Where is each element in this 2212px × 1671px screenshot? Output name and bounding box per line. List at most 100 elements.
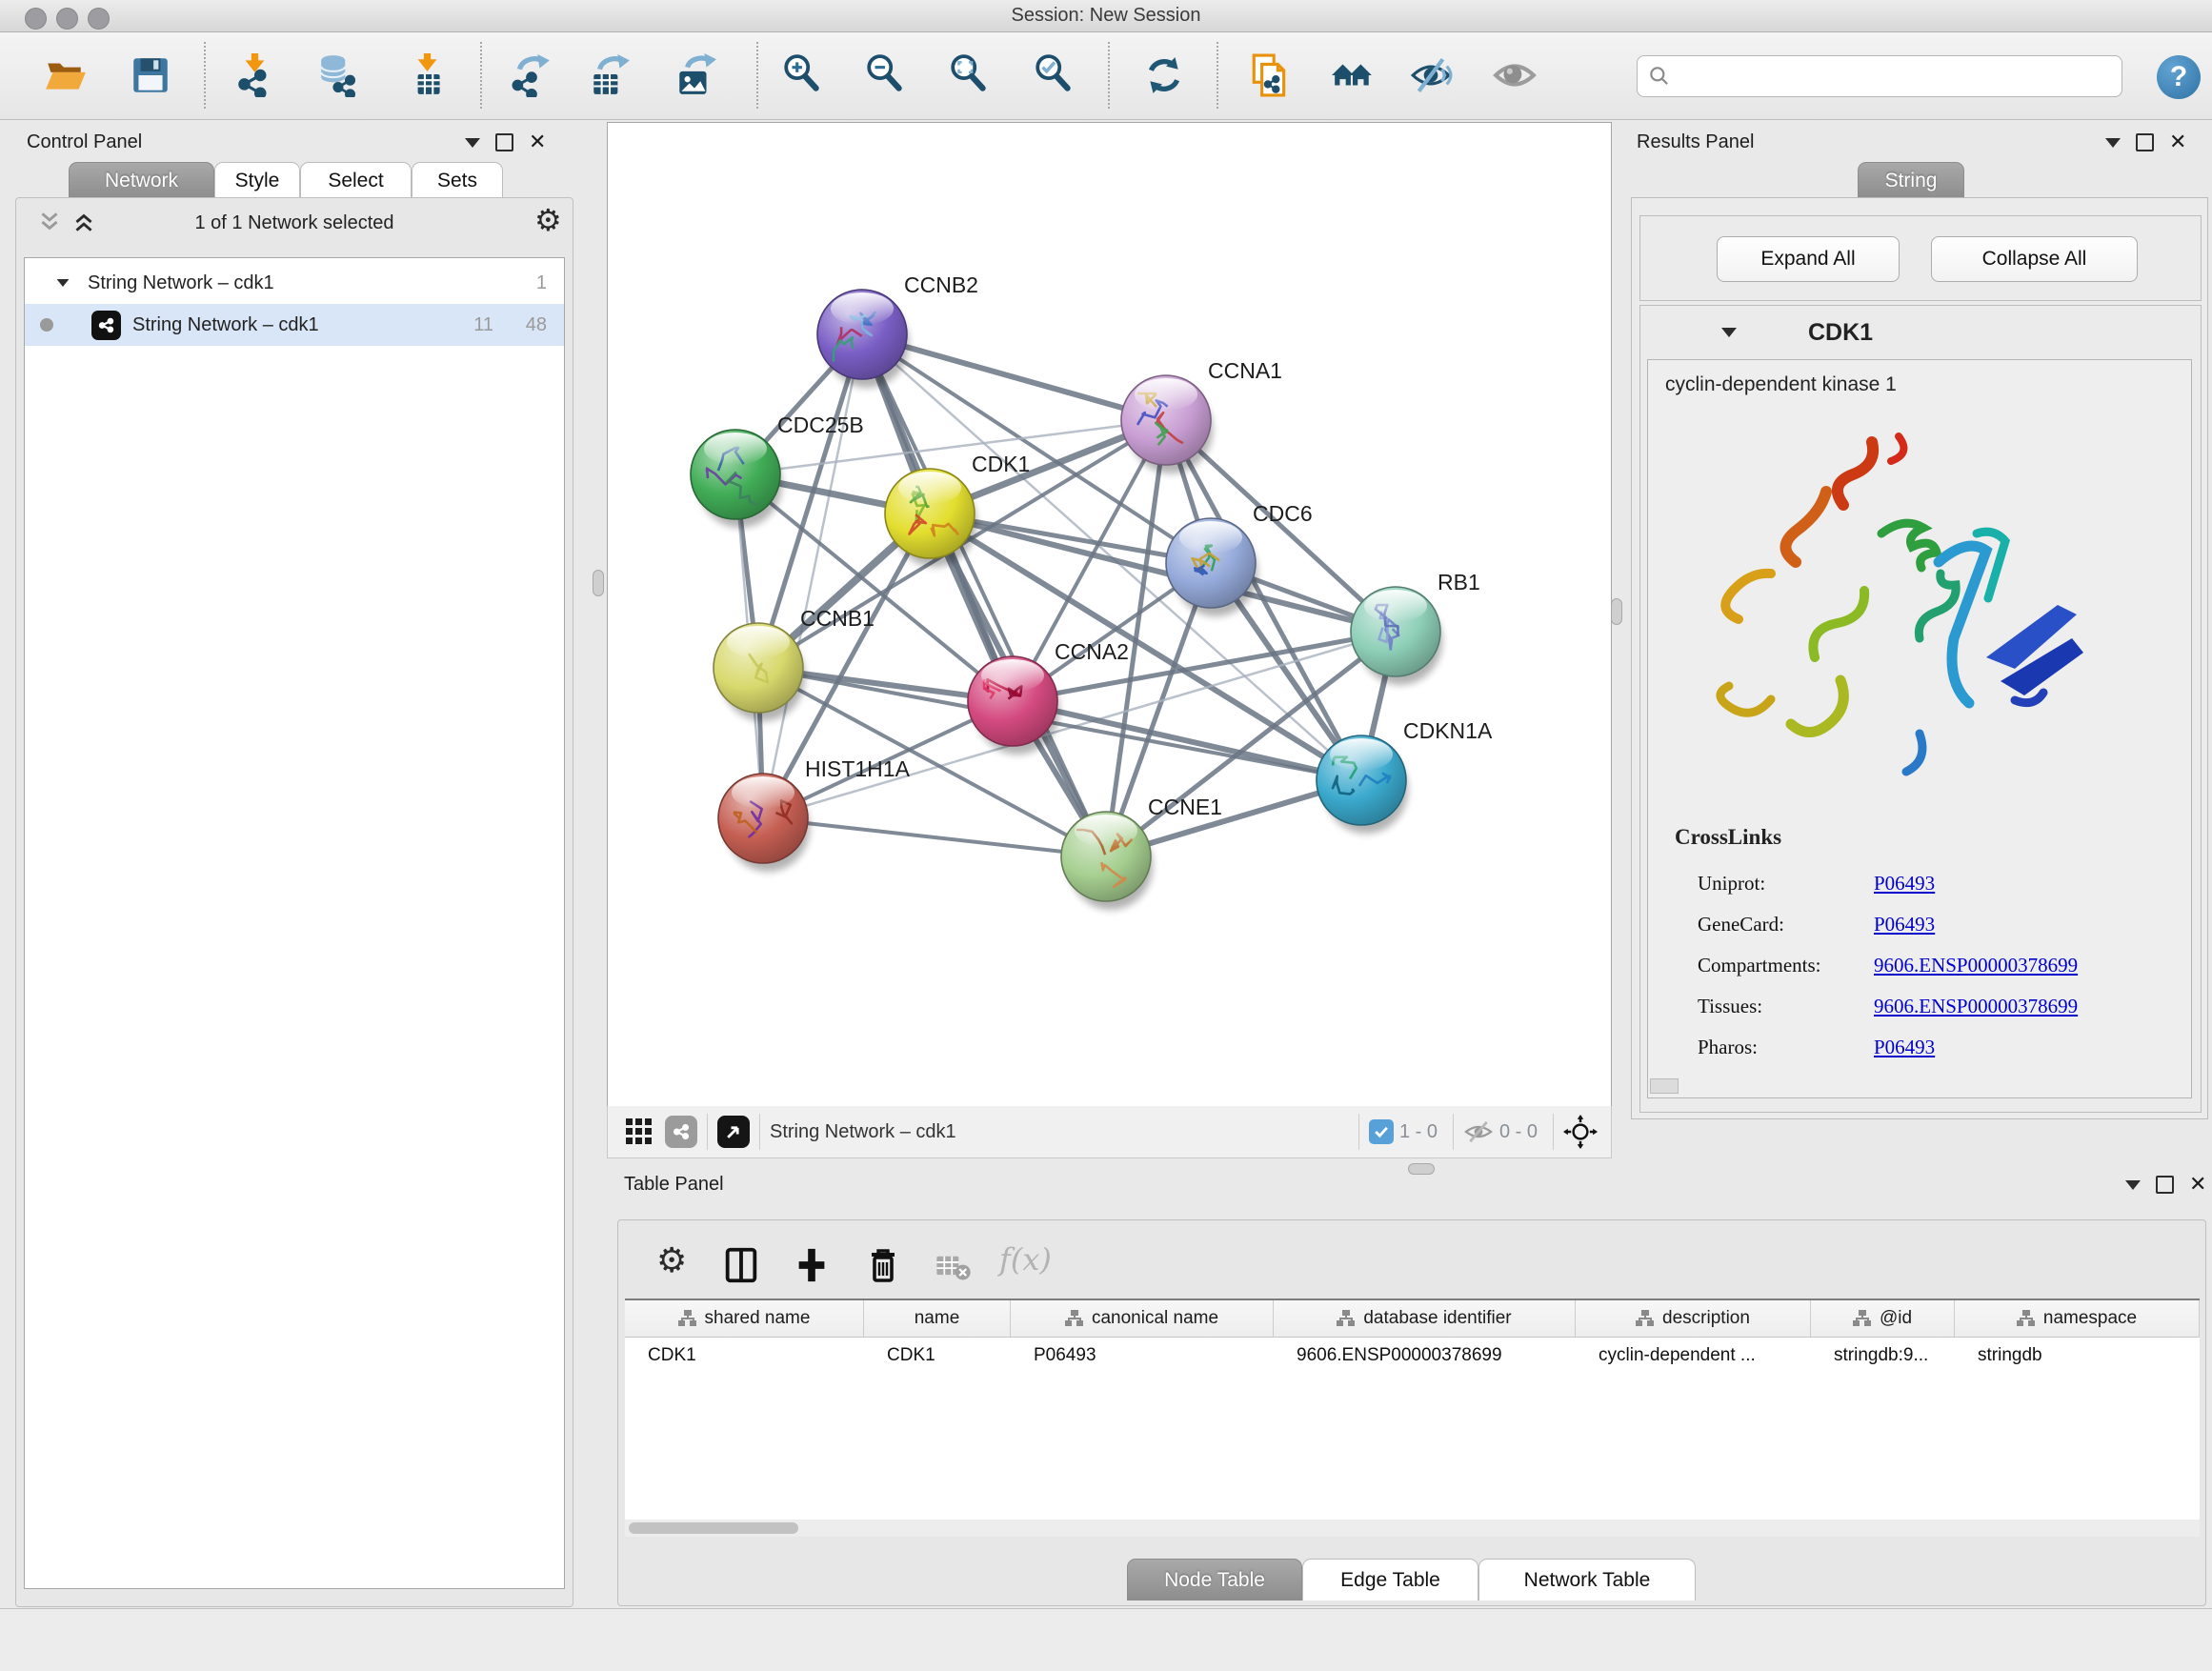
panel-menu-icon[interactable] <box>2125 1180 2141 1190</box>
network-node-CDKN1A[interactable]: CDKN1A <box>1317 718 1493 834</box>
network-status-dot <box>40 318 53 332</box>
column-header-canonical-name[interactable]: canonical name <box>1011 1300 1274 1337</box>
tab-style[interactable]: Style <box>214 162 300 198</box>
export-table-icon[interactable] <box>583 49 636 102</box>
column-header-database-identifier[interactable]: database identifier <box>1274 1300 1576 1337</box>
crosslink-link[interactable]: P06493 <box>1874 872 1935 896</box>
crosslink-link[interactable]: 9606.ENSP00000378699 <box>1874 995 2078 1018</box>
node-label-CDK1: CDK1 <box>972 452 1030 476</box>
panel-close-icon[interactable]: ✕ <box>2169 135 2186 150</box>
results-panel-title: Results Panel <box>1637 131 1754 153</box>
zoom-fit-icon[interactable] <box>943 49 996 102</box>
network-tab-panel: 1 of 1 Network selected ⚙ String Network… <box>15 197 573 1607</box>
search-input[interactable] <box>1637 55 2122 97</box>
network-options-gear-icon[interactable]: ⚙ <box>534 202 562 238</box>
table-cell[interactable]: 9606.ENSP00000378699 <box>1274 1337 1576 1375</box>
help-icon[interactable]: ? <box>2157 55 2201 99</box>
network-label: String Network – cdk1 <box>132 314 319 336</box>
mini-scrollbar[interactable] <box>1650 1078 1679 1094</box>
tab-network-table[interactable]: Network Table <box>1478 1559 1696 1601</box>
zoom-out-icon[interactable] <box>859 49 913 102</box>
crosslink-link[interactable]: P06493 <box>1874 913 1935 936</box>
crosslink-link[interactable]: P06493 <box>1874 1036 1935 1059</box>
table-row[interactable]: CDK1CDK1P064939606.ENSP00000378699cyclin… <box>625 1337 2200 1375</box>
gene-entry-body: cyclin-dependent kinase 1 <box>1647 359 2192 1098</box>
column-header-shared-name[interactable]: shared name <box>625 1300 864 1337</box>
tab-sets[interactable]: Sets <box>412 162 503 198</box>
network-edge[interactable] <box>763 818 1106 856</box>
grid-view-icon[interactable] <box>625 1117 654 1146</box>
tab-select[interactable]: Select <box>300 162 412 198</box>
export-network-icon[interactable] <box>505 49 558 102</box>
panel-float-icon[interactable] <box>2156 1176 2174 1194</box>
column-header-namespace[interactable]: namespace <box>1955 1300 2200 1337</box>
column-header-name[interactable]: name <box>864 1300 1011 1337</box>
table-cell[interactable]: stringdb <box>1955 1337 2200 1375</box>
zoom-selected-icon[interactable] <box>1028 49 1081 102</box>
refresh-view-icon[interactable] <box>1137 49 1191 102</box>
import-network-file-icon[interactable] <box>229 49 282 102</box>
network-selection-status: 1 of 1 Network selected <box>16 212 573 234</box>
search-field[interactable] <box>1672 65 2095 88</box>
tab-node-table[interactable]: Node Table <box>1127 1559 1302 1601</box>
table-options-gear-icon[interactable]: ⚙ <box>656 1241 687 1280</box>
network-node-CDC6[interactable]: CDC6 <box>1166 501 1313 616</box>
network-row[interactable]: String Network – cdk1 11 48 <box>25 304 564 346</box>
table-cell[interactable]: stringdb:9... <box>1811 1337 1955 1375</box>
panel-close-icon[interactable]: ✕ <box>2189 1178 2206 1192</box>
expand-all-button[interactable]: Expand All <box>1717 236 1900 282</box>
detach-view-icon[interactable] <box>717 1116 750 1148</box>
network-share-icon[interactable] <box>665 1116 697 1148</box>
import-network-database-icon[interactable] <box>312 49 366 102</box>
tab-network[interactable]: Network <box>69 162 214 198</box>
tab-string[interactable]: String <box>1858 162 1964 198</box>
column-header--id[interactable]: @id <box>1811 1300 1955 1337</box>
node-label-CDKN1A: CDKN1A <box>1403 718 1493 743</box>
first-neighbors-icon[interactable] <box>1326 49 1379 102</box>
collection-expand-icon[interactable] <box>57 279 70 287</box>
network-node-HIST1H1A[interactable]: HIST1H1A <box>718 756 911 872</box>
left-splitter-handle[interactable] <box>593 570 604 596</box>
table-header-row: shared namenamecanonical namedatabase id… <box>625 1300 2200 1338</box>
table-cell[interactable]: P06493 <box>1011 1337 1274 1375</box>
show-columns-icon[interactable] <box>721 1245 761 1285</box>
network-node-CCNA1[interactable]: CCNA1 <box>1121 358 1282 473</box>
panel-close-icon[interactable]: ✕ <box>529 135 546 150</box>
panel-menu-icon[interactable] <box>465 138 480 148</box>
fit-content-crosshair-icon[interactable] <box>1563 1115 1598 1149</box>
save-session-icon[interactable] <box>124 49 177 102</box>
crosslink-label: Compartments: <box>1698 954 1874 977</box>
horizontal-scrollbar[interactable] <box>625 1520 2200 1537</box>
gene-entry-header[interactable]: CDK1 <box>1640 306 2201 359</box>
table-cell[interactable]: CDK1 <box>625 1337 864 1375</box>
show-all-icon[interactable] <box>1488 49 1541 102</box>
network-edge[interactable] <box>763 334 862 818</box>
gene-collapse-icon[interactable] <box>1721 328 1737 337</box>
network-canvas[interactable]: CCNB2CCNA1CDC25BCDK1CDC6RB1CCNB1CCNA2CDK… <box>607 122 1612 1107</box>
table-cell[interactable]: cyclin-dependent ... <box>1576 1337 1811 1375</box>
export-image-icon[interactable] <box>669 49 722 102</box>
network-node-RB1[interactable]: RB1 <box>1351 570 1480 685</box>
duplicate-network-icon[interactable] <box>1243 49 1297 102</box>
crosslink-link[interactable]: 9606.ENSP00000378699 <box>1874 954 2078 977</box>
table-cell[interactable]: CDK1 <box>864 1337 1011 1375</box>
protein-structure-image <box>1700 419 2101 819</box>
panel-float-icon[interactable] <box>495 133 513 151</box>
hide-selected-icon[interactable] <box>1404 49 1458 102</box>
tab-edge-table[interactable]: Edge Table <box>1302 1559 1478 1601</box>
panel-float-icon[interactable] <box>2136 133 2154 151</box>
network-node-CDK1[interactable]: CDK1 <box>885 452 1030 567</box>
column-header-description[interactable]: description <box>1576 1300 1811 1337</box>
selected-count-checkbox[interactable] <box>1369 1119 1394 1144</box>
open-session-icon[interactable] <box>38 49 91 102</box>
panel-menu-icon[interactable] <box>2105 138 2121 148</box>
delete-column-trash-icon[interactable] <box>862 1243 904 1285</box>
zoom-in-icon[interactable] <box>776 49 830 102</box>
add-column-icon[interactable] <box>792 1245 832 1285</box>
import-table-icon[interactable] <box>400 49 453 102</box>
collapse-all-button[interactable]: Collapse All <box>1931 236 2138 282</box>
scrollbar-thumb[interactable] <box>629 1522 798 1534</box>
network-node-CCNB2[interactable]: CCNB2 <box>817 272 978 388</box>
network-collection-row[interactable]: String Network – cdk1 1 <box>25 262 564 304</box>
expand-collapse-bar: Expand All Collapse All <box>1639 215 2202 301</box>
